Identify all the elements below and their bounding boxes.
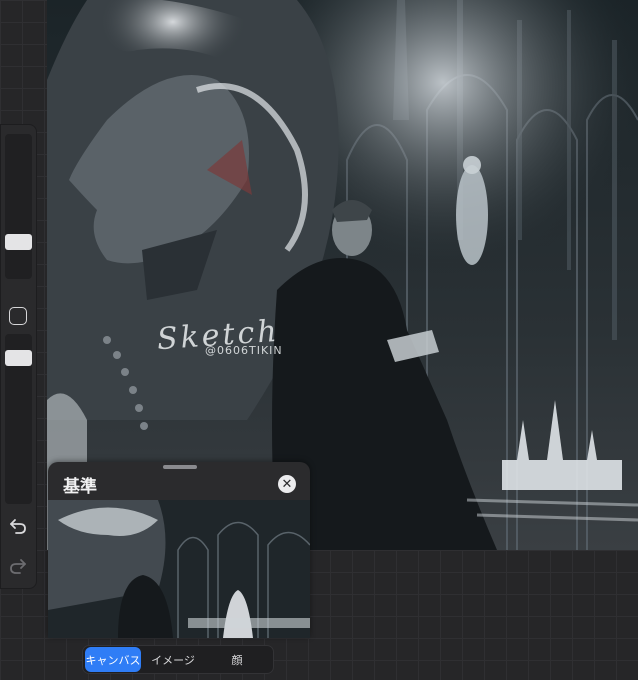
brush-size-slider[interactable] xyxy=(5,134,32,279)
tab-face[interactable]: 顔 xyxy=(205,647,269,672)
reference-panel[interactable]: 基準 ✕ xyxy=(48,462,310,638)
close-button[interactable]: ✕ xyxy=(278,475,296,493)
panel-grabber[interactable] xyxy=(163,465,197,469)
redo-icon xyxy=(10,559,26,574)
tab-canvas[interactable]: キャンバス xyxy=(85,647,141,672)
undo-button[interactable] xyxy=(6,514,30,538)
reference-title: 基準 xyxy=(63,477,97,497)
reference-mode-segmented-control: キャンバス イメージ 顔 xyxy=(82,645,274,674)
brush-size-knob[interactable] xyxy=(5,234,32,250)
undo-icon xyxy=(10,519,26,534)
square-modifier-icon[interactable] xyxy=(9,307,27,325)
left-sidebar xyxy=(0,124,37,589)
close-icon: ✕ xyxy=(281,476,293,492)
redo-button[interactable] xyxy=(6,554,30,578)
tab-image[interactable]: イメージ xyxy=(141,647,205,672)
reference-thumbnail xyxy=(48,500,310,638)
opacity-slider[interactable] xyxy=(5,334,32,504)
artist-handle: @0606TIKIN xyxy=(205,344,283,357)
opacity-knob[interactable] xyxy=(5,350,32,366)
